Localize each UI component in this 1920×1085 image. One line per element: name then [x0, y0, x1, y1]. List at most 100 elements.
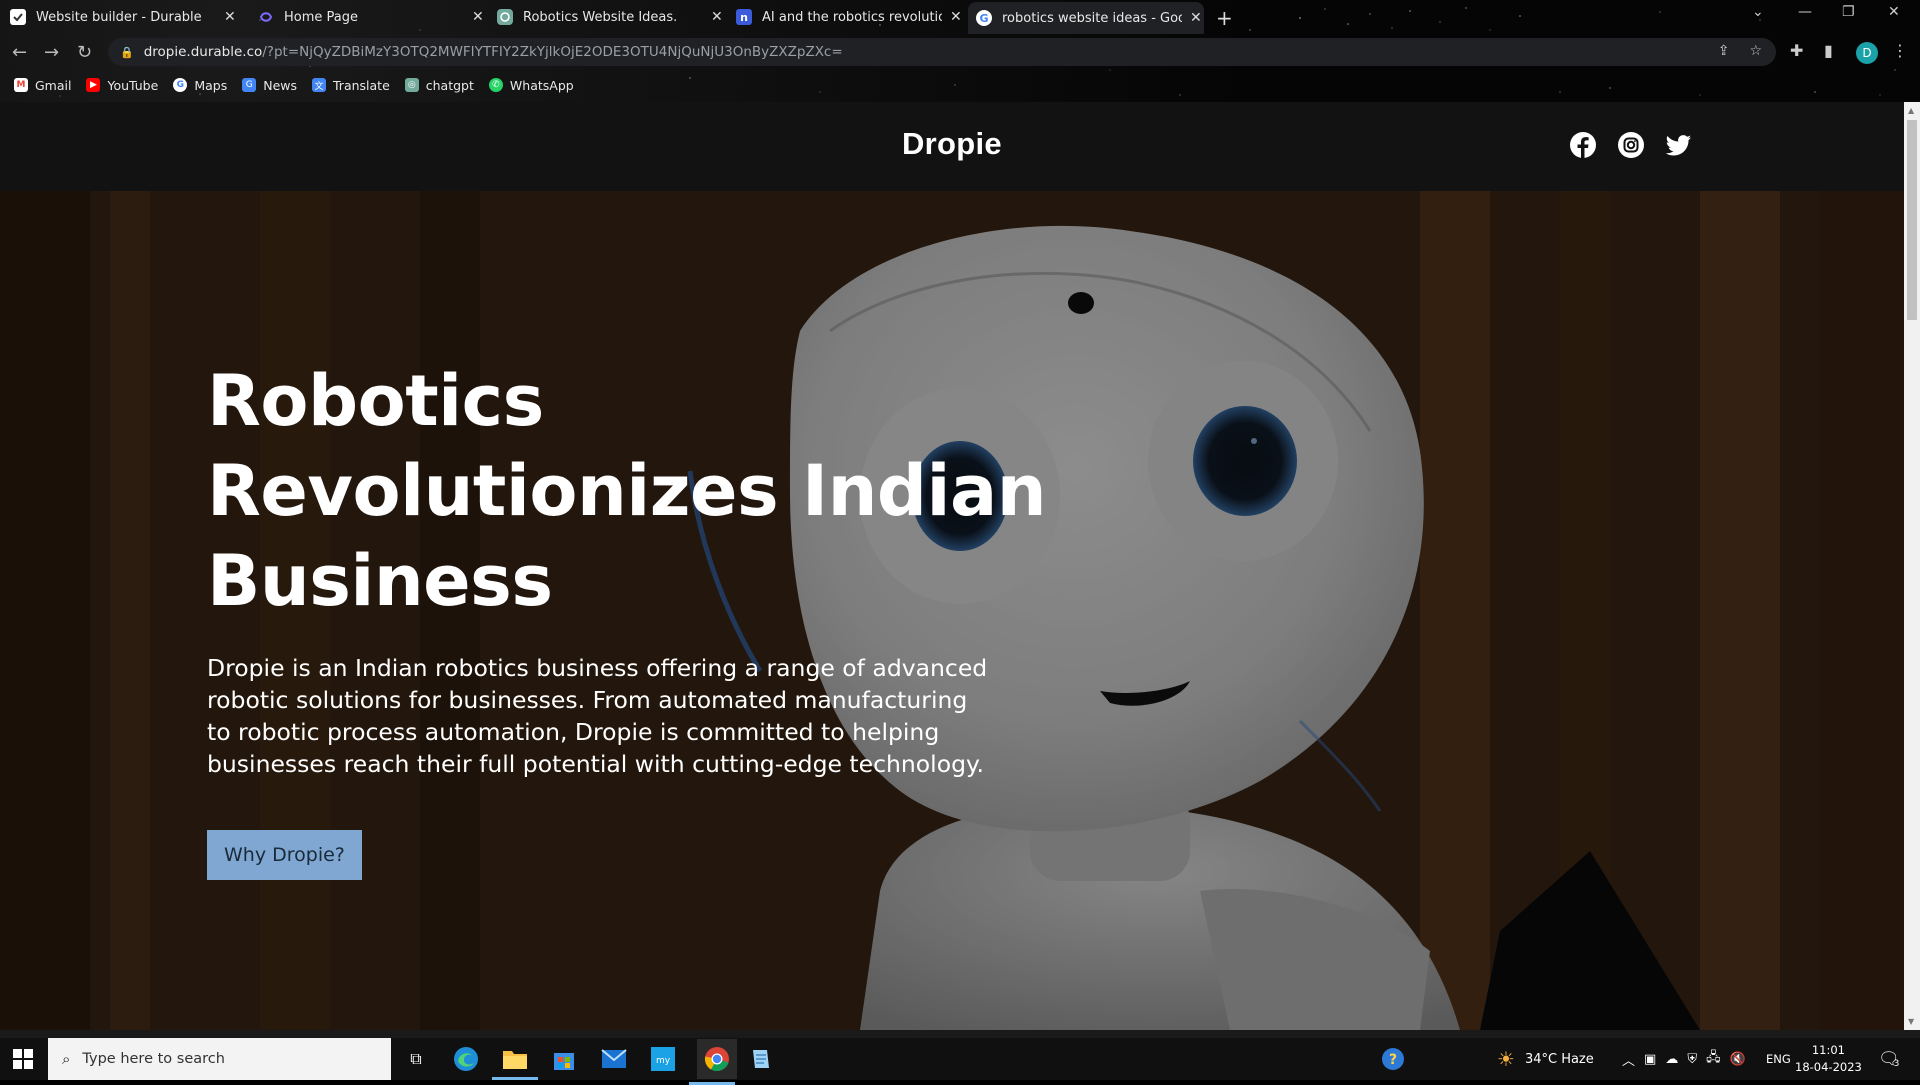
show-hidden-icons-icon[interactable]: ︿ [1622, 1050, 1635, 1069]
close-tab-icon[interactable]: ✕ [224, 9, 236, 25]
forward-icon[interactable]: → [44, 42, 59, 63]
why-dropie-button[interactable]: Why Dropie? [207, 830, 362, 880]
tab-search-icon[interactable]: ⌄ [1752, 4, 1764, 20]
clock-date: 18-04-2023 [1795, 1060, 1862, 1074]
mail-icon[interactable] [599, 1044, 629, 1074]
bookmark-label: YouTube [107, 77, 159, 93]
bookmark-maps[interactable]: G Maps [173, 78, 227, 93]
language-indicator[interactable]: ENG [1766, 1038, 1791, 1080]
page-bottom-edge [0, 1030, 1920, 1038]
chatgpt-icon: ◎ [404, 78, 419, 92]
bookmarks-bar: M Gmail ▶ YouTube G Maps G News 文 Transl… [0, 72, 1920, 98]
durable-icon [10, 9, 26, 25]
taskbar-search-box[interactable]: ⌕ Type here to search [48, 1038, 391, 1080]
bookmark-youtube[interactable]: ▶ YouTube [86, 78, 158, 93]
back-icon[interactable]: ← [12, 42, 27, 63]
new-tab-icon[interactable]: + [1216, 6, 1233, 30]
mcafee-icon[interactable]: my [648, 1044, 678, 1074]
tab-robotics-google-search[interactable]: G robotics website ideas - Google ✕ [968, 2, 1204, 34]
news-icon: G [242, 78, 257, 92]
bookmark-label: chatgpt [425, 77, 474, 93]
task-view-icon[interactable]: ⧉ [401, 1044, 431, 1074]
side-panel-icon[interactable]: ▮ [1824, 41, 1833, 60]
windows-taskbar: ⌕ Type here to search ⧉ my ? ☀ 34°C Haze… [0, 1038, 1920, 1085]
tab-home-page[interactable]: Home Page ✕ [258, 4, 488, 30]
file-explorer-icon[interactable] [492, 1044, 538, 1080]
hero-title: Robotics Revolutionizes Indian Business [207, 356, 1047, 626]
web-page: Dropie Robotics Revolutionizes Indian Bu… [0, 102, 1904, 1030]
close-tab-icon[interactable]: ✕ [711, 9, 723, 25]
bookmark-chatgpt[interactable]: ◎ chatgpt [404, 77, 474, 93]
close-tab-icon[interactable]: ✕ [950, 9, 962, 25]
lock-icon[interactable]: 🔒 [120, 46, 134, 59]
page-scrollbar[interactable]: ▲ ▼ [1904, 102, 1920, 1030]
share-icon[interactable]: ⇪ [1718, 43, 1730, 59]
tab-website-builder[interactable]: Website builder - Durable ✕ [10, 4, 240, 30]
bookmark-whatsapp[interactable]: ✆ WhatsApp [488, 77, 574, 93]
bookmark-star-icon[interactable]: ☆ [1749, 43, 1762, 59]
reload-icon[interactable]: ↻ [77, 42, 92, 63]
volume-muted-icon[interactable]: 🔇 [1730, 1052, 1746, 1067]
bookmark-label: Translate [333, 77, 390, 93]
haze-weather-icon: ☀ [1497, 1047, 1515, 1071]
bookmark-label: News [263, 77, 297, 93]
site-header: Dropie [0, 102, 1904, 191]
help-icon[interactable]: ? [1381, 1038, 1405, 1080]
search-icon: ⌕ [62, 1050, 71, 1068]
facebook-icon[interactable] [1569, 131, 1597, 159]
tab-title: AI and the robotics revolution W [762, 9, 942, 25]
notion-icon: n [736, 9, 752, 25]
tab-title: Home Page [284, 9, 358, 25]
windows-start-icon[interactable] [13, 1049, 33, 1069]
restore-icon[interactable]: ❐ [1842, 4, 1855, 20]
onedrive-icon[interactable]: ☁ [1665, 1052, 1678, 1067]
youtube-icon: ▶ [86, 78, 101, 92]
tab-title: Robotics Website Ideas. [523, 9, 678, 25]
svg-text:?: ? [1389, 1052, 1397, 1068]
browser-chrome: Website builder - Durable ✕ Home Page ✕ … [0, 0, 1920, 102]
close-tab-icon[interactable]: ✕ [472, 9, 484, 25]
notification-count: 3 [1893, 1059, 1900, 1069]
home-page-icon [258, 9, 274, 25]
microsoft-store-icon[interactable] [549, 1044, 579, 1074]
chrome-icon[interactable] [689, 1039, 737, 1085]
bookmark-gmail[interactable]: M Gmail [14, 78, 71, 93]
profile-avatar[interactable]: D [1856, 42, 1878, 64]
hero-description: Dropie is an Indian robotics business of… [207, 654, 988, 778]
notepad-icon[interactable] [746, 1044, 776, 1074]
google-icon: G [976, 10, 992, 26]
meet-now-icon[interactable]: ▣ [1644, 1052, 1656, 1067]
address-bar[interactable]: 🔒 dropie.durable.co/?pt=NjQyZDBiMzY3OTQ2… [108, 38, 1776, 66]
close-tab-icon[interactable]: ✕ [1190, 10, 1202, 26]
twitter-icon[interactable] [1665, 131, 1693, 159]
close-window-icon[interactable]: ✕ [1888, 4, 1900, 20]
scroll-up-icon[interactable]: ▲ [1908, 106, 1914, 115]
menu-icon[interactable]: ⋮ [1892, 41, 1908, 60]
hero-content: Robotics Revolutionizes Indian Business … [207, 356, 1047, 880]
tab-ai-robotics-revolution[interactable]: n AI and the robotics revolution W ✕ [736, 4, 966, 30]
tab-title: Website builder - Durable [36, 9, 202, 25]
notifications-icon[interactable]: 🗨 3 [1878, 1038, 1900, 1080]
extensions-icon[interactable]: ✚ [1790, 41, 1803, 60]
search-placeholder: Type here to search [82, 1051, 225, 1067]
taskbar-clock[interactable]: 11:01 18-04-2023 [1795, 1042, 1862, 1076]
url-path: /?pt=NjQyZDBiMzY3OTQ2MWFIYTFIY2ZkYjlkOjE… [262, 44, 843, 60]
whatsapp-icon: ✆ [488, 78, 503, 92]
weather-widget[interactable]: ☀ 34°C Haze [1497, 1038, 1594, 1080]
hero-section: Robotics Revolutionizes Indian Business … [0, 191, 1904, 1030]
svg-text:my: my [656, 1056, 671, 1066]
bookmark-label: Maps [194, 77, 228, 93]
bookmark-news[interactable]: G News [242, 78, 297, 93]
bookmark-label: WhatsApp [509, 77, 574, 93]
scroll-down-icon[interactable]: ▼ [1908, 1017, 1914, 1026]
scrollbar-thumb[interactable] [1907, 120, 1917, 320]
tab-robotics-website-ideas[interactable]: Robotics Website Ideas. ✕ [497, 4, 727, 30]
hero-title-line: Robotics [207, 360, 544, 442]
edge-icon[interactable] [451, 1044, 481, 1074]
bookmark-label: Gmail [35, 77, 72, 93]
bookmark-translate[interactable]: 文 Translate [312, 78, 390, 93]
instagram-icon[interactable] [1617, 131, 1645, 159]
security-icon[interactable]: ⛨ [1687, 1052, 1697, 1067]
minimize-icon[interactable]: — [1798, 4, 1812, 20]
network-icon[interactable]: 🖧 [1706, 1048, 1721, 1070]
